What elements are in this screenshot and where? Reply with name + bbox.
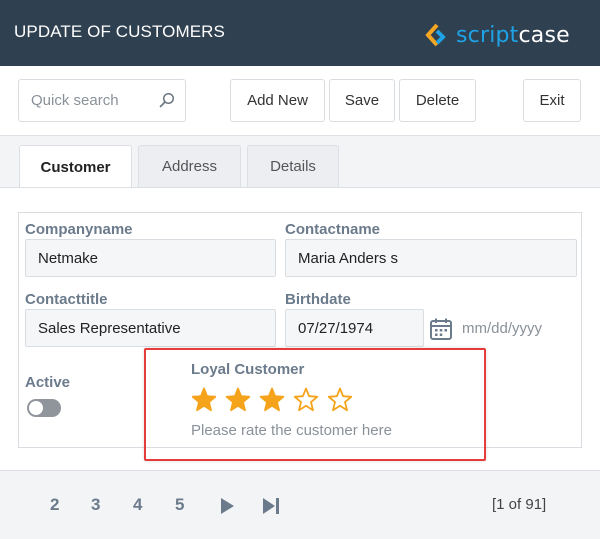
tab-details[interactable]: Details: [247, 145, 339, 187]
logo-chevron-icon: [425, 23, 446, 47]
tab-customer[interactable]: Customer: [19, 145, 132, 188]
birthdate-format-hint: mm/dd/yyyy: [462, 320, 543, 337]
quick-search-box[interactable]: [18, 79, 186, 122]
active-label: Active: [25, 374, 71, 391]
scriptcase-logo: scriptcase: [424, 20, 570, 50]
loyal-customer-label: Loyal Customer: [191, 361, 305, 378]
add-new-button[interactable]: Add New: [230, 79, 325, 122]
delete-button[interactable]: Delete: [399, 79, 476, 122]
quick-search-input[interactable]: [31, 80, 151, 121]
next-page-icon[interactable]: [219, 497, 235, 515]
star-empty-icon[interactable]: [327, 384, 361, 414]
toolbar: Add New Save Delete Exit: [0, 66, 600, 136]
star-empty-icon[interactable]: [293, 384, 327, 414]
toggle-knob: [29, 401, 43, 415]
exit-button[interactable]: Exit: [523, 79, 581, 122]
calendar-icon[interactable]: [429, 317, 453, 341]
logo-text: scriptcase: [456, 23, 570, 48]
star-filled-icon[interactable]: [225, 384, 259, 414]
star-filled-icon[interactable]: [259, 384, 293, 414]
record-counter: [1 of 91]: [492, 496, 547, 513]
star-filled-icon[interactable]: [191, 384, 225, 414]
contacttitle-field[interactable]: Sales Representative: [25, 309, 276, 347]
pagination-bar: 2 3 4 5 [1 of 91]: [0, 470, 600, 539]
contactname-label: Contactname: [285, 221, 381, 238]
tab-bar: Customer Address Details: [0, 145, 600, 188]
app-header: UPDATE OF CUSTOMERS scriptcase: [0, 0, 600, 66]
page-link-4[interactable]: 4: [133, 495, 142, 515]
page-link-3[interactable]: 3: [91, 495, 100, 515]
contactname-field[interactable]: Maria Anders s: [285, 239, 577, 277]
birthdate-field[interactable]: 07/27/1974: [285, 309, 424, 347]
contacttitle-label: Contacttitle: [25, 291, 108, 308]
page-link-2[interactable]: 2: [50, 495, 59, 515]
companyname-field[interactable]: Netmake: [25, 239, 276, 277]
page-link-5[interactable]: 5: [175, 495, 184, 515]
page-title: UPDATE OF CUSTOMERS: [14, 22, 225, 41]
birthdate-label: Birthdate: [285, 291, 351, 308]
logo-text-case: case: [518, 22, 570, 48]
companyname-label: Companyname: [25, 221, 133, 238]
search-icon[interactable]: [159, 92, 175, 108]
active-toggle[interactable]: [27, 399, 61, 417]
save-button[interactable]: Save: [329, 79, 395, 122]
rating-hint: Please rate the customer here: [191, 422, 392, 439]
tab-address[interactable]: Address: [138, 145, 241, 187]
star-rating[interactable]: [191, 384, 361, 414]
last-page-icon[interactable]: [262, 497, 280, 515]
logo-text-script: script: [456, 22, 519, 48]
